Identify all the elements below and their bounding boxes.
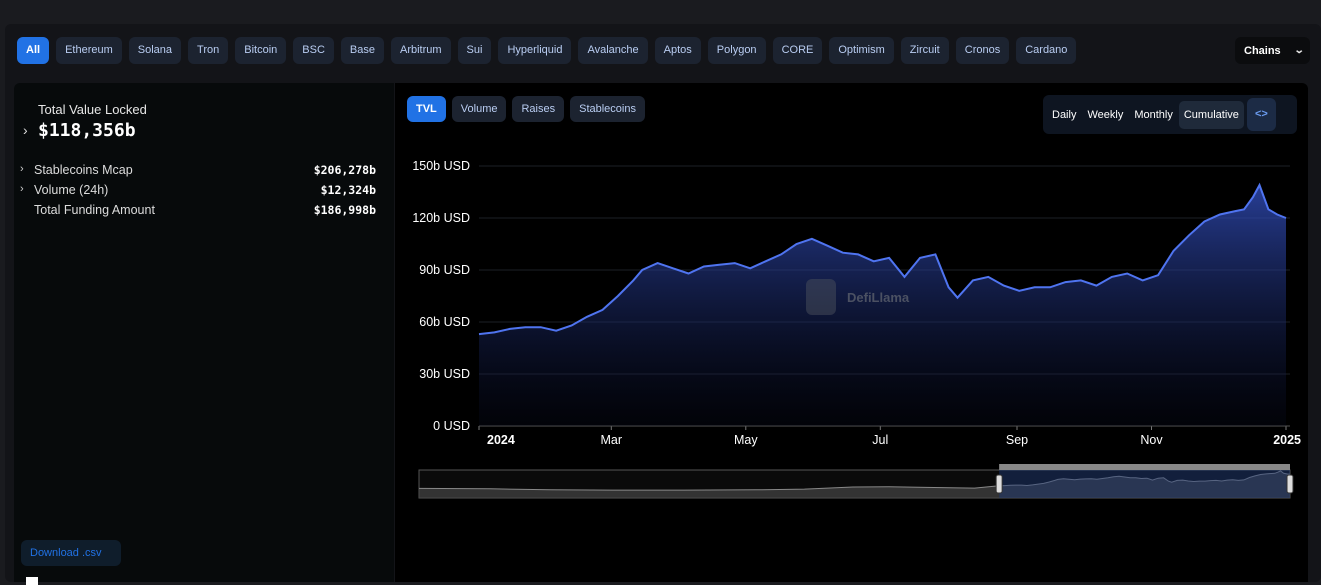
x-tick-label: 2025 [1273, 433, 1301, 447]
y-tick-label: 0 USD [433, 419, 470, 433]
watermark-text: DefiLlama [847, 290, 910, 305]
y-tick-label: 30b USD [419, 367, 470, 381]
x-tick-label: Sep [1006, 433, 1028, 447]
x-tick-label: Nov [1140, 433, 1163, 447]
tvl-chart: 0 USD 30b USD 60b USD 90b USD 120b USD 150b U… [412, 159, 1301, 499]
y-tick-label: 90b USD [419, 263, 470, 277]
y-tick-label: 120b USD [412, 211, 470, 225]
range-selection [999, 470, 1290, 498]
tvl-area [479, 185, 1286, 426]
y-tick-label: 150b USD [412, 159, 470, 173]
range-handle-left[interactable] [995, 474, 1003, 494]
x-tick-label: 2024 [487, 433, 515, 447]
y-tick-label: 60b USD [419, 315, 470, 329]
range-handle-right[interactable] [1286, 474, 1294, 494]
range-drag-bar[interactable] [999, 464, 1290, 470]
x-tick-label: Mar [601, 433, 623, 447]
llama-logo-icon [806, 279, 836, 315]
x-tick-label: Jul [872, 433, 888, 447]
x-tick-label: May [734, 433, 758, 447]
